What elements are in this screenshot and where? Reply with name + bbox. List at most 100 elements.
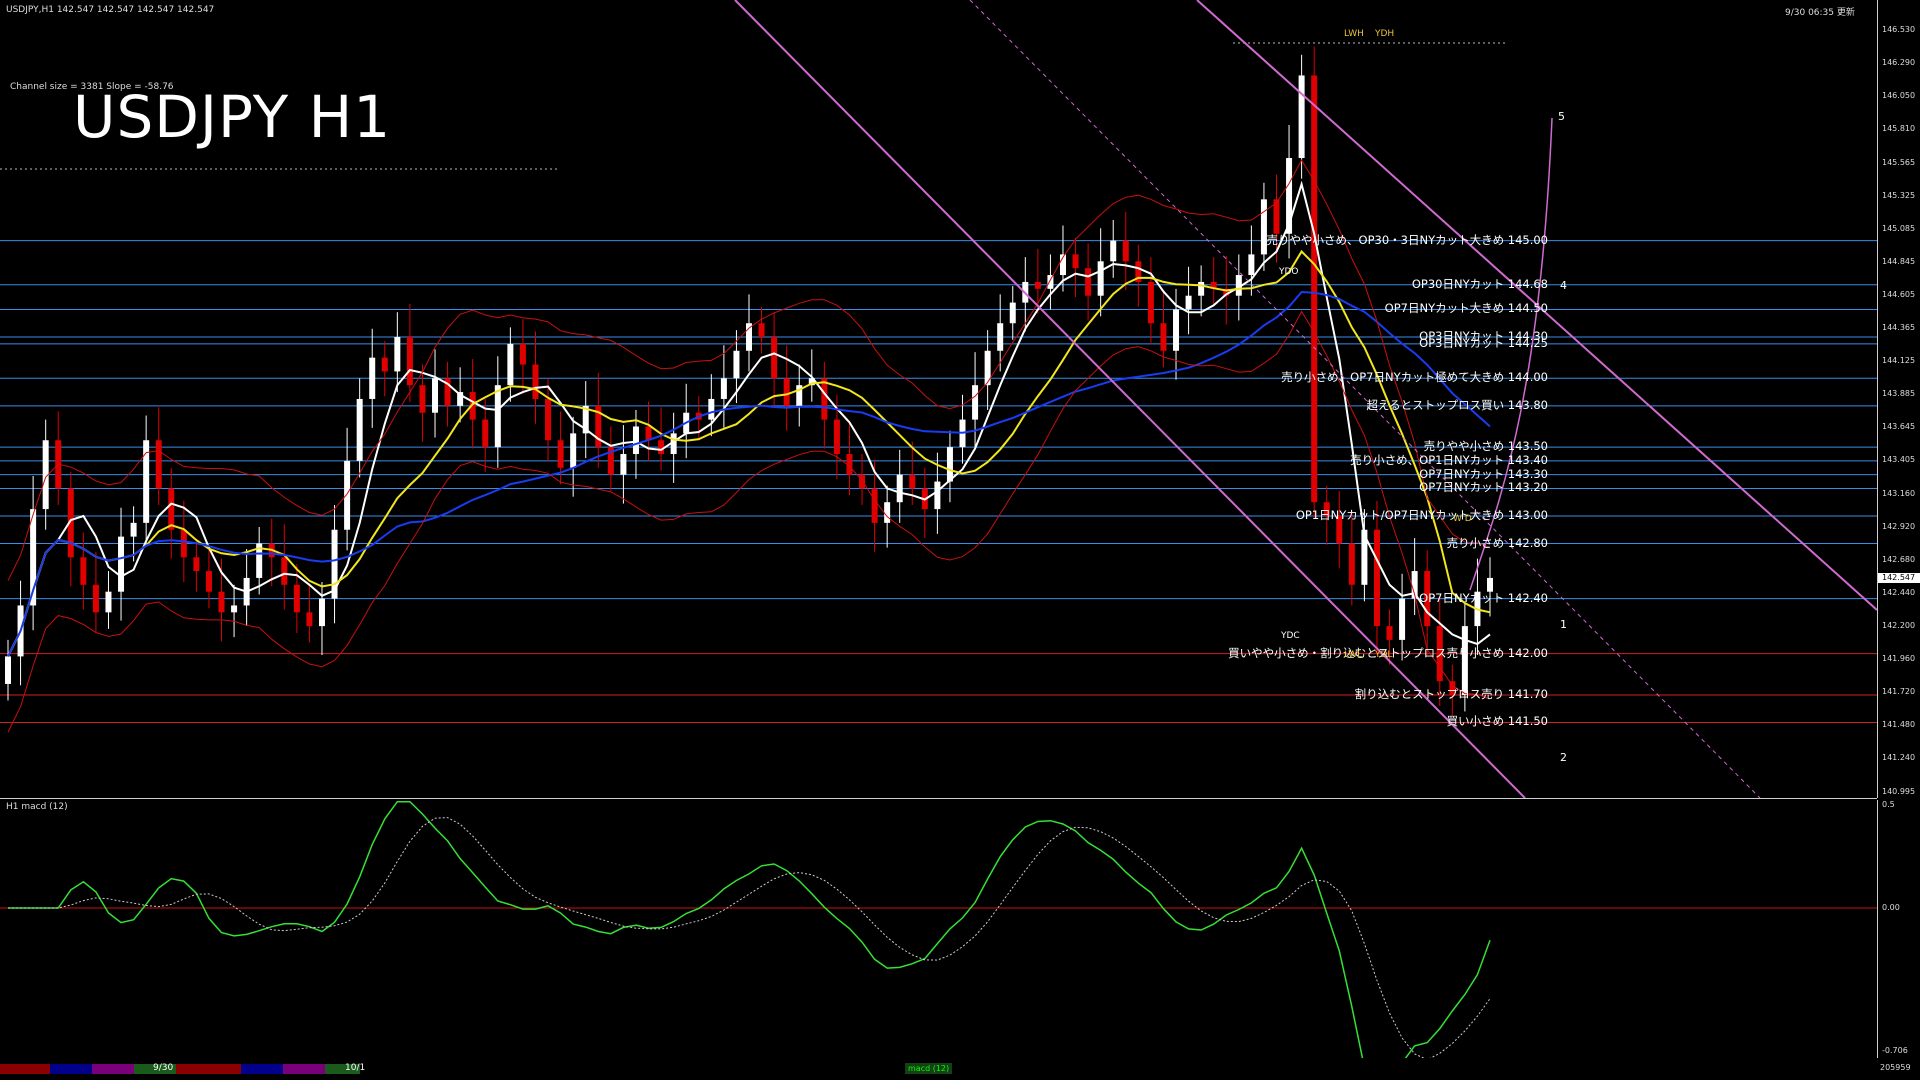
wave-5: 5 — [1558, 110, 1565, 123]
candle-body — [118, 536, 125, 592]
candle-body — [1110, 240, 1117, 262]
price-tick: 141.480 — [1882, 720, 1916, 730]
candle-body — [218, 591, 225, 613]
candle-body — [92, 584, 99, 613]
level-label: 買い小さめ 141.50 — [1446, 714, 1548, 729]
session-segment — [241, 1064, 283, 1074]
price-tick: 142.680 — [1882, 555, 1916, 565]
indicator-tab[interactable]: macd (12) — [905, 1063, 953, 1074]
candle-body — [658, 440, 665, 455]
candle-body — [432, 378, 439, 413]
price-tick: 145.325 — [1882, 190, 1916, 200]
candle-body — [884, 502, 891, 523]
candle-body — [620, 454, 627, 475]
level-label: 売りやや小さめ 143.50 — [1423, 439, 1548, 454]
candle-body — [1009, 302, 1016, 324]
price-axis[interactable]: 146.530 146.290 146.050 145.810 145.565 145.3… — [1877, 0, 1920, 798]
price-tick: 144.365 — [1882, 323, 1916, 333]
candle-body — [293, 584, 300, 613]
price-tick: 146.050 — [1882, 91, 1916, 101]
candle-body — [1185, 295, 1192, 310]
macd-tick-top: 0.5 — [1882, 800, 1895, 809]
candle-body — [155, 440, 162, 489]
price-tick: 144.125 — [1882, 356, 1916, 366]
wave-2: 2 — [1560, 751, 1567, 764]
macd-tick-bottom: -0.706 — [1882, 1046, 1908, 1055]
candle-body — [1085, 268, 1092, 296]
candle-body — [519, 343, 526, 365]
candle-body — [406, 337, 413, 386]
candle-body — [507, 343, 514, 386]
candle-body — [494, 385, 501, 448]
price-tick: 144.605 — [1882, 290, 1916, 299]
candle-body — [1373, 529, 1380, 627]
candle-body — [871, 488, 878, 523]
ydc-label: YDC — [1281, 631, 1300, 641]
level-label: 売り小さめ、OP7日NYカット極めて大きめ 144.00 — [1281, 370, 1548, 385]
lwl-label: LWL — [1344, 650, 1363, 660]
price-tick: 146.290 — [1882, 58, 1916, 68]
candle-body — [733, 350, 740, 379]
candle-body — [570, 433, 577, 468]
wd-label: W D — [1453, 514, 1472, 524]
candle-body — [645, 426, 652, 441]
wave-4: 4 — [1560, 279, 1567, 292]
price-tick: 145.810 — [1882, 124, 1916, 134]
last-price-marker: 142.547 — [1878, 573, 1920, 584]
candle-body — [833, 419, 840, 455]
price-tick: 141.960 — [1882, 654, 1916, 664]
price-tick: 142.920 — [1882, 521, 1916, 531]
candle-body — [130, 522, 137, 537]
candle-body — [180, 529, 187, 558]
price-tick: 141.240 — [1882, 753, 1916, 763]
price-tick: 144.845 — [1882, 256, 1916, 266]
date-label-2: 10/1 — [345, 1063, 366, 1073]
price-tick: 142.200 — [1882, 621, 1916, 631]
session-segment — [176, 1064, 241, 1074]
candle-body — [381, 357, 388, 372]
macd-axis[interactable]: 0.5 0.00 -0.706 — [1877, 800, 1920, 1058]
candle-body — [1461, 626, 1468, 695]
candle-body — [984, 350, 991, 386]
candle-body — [1311, 75, 1318, 503]
session-segment — [0, 1064, 50, 1074]
candle-body — [1348, 543, 1355, 585]
candle-body — [997, 323, 1004, 351]
candle-body — [482, 419, 489, 448]
candle-body — [783, 378, 790, 406]
chart-title: USDJPY H1 — [73, 83, 392, 151]
date-label-1: 9/30 — [153, 1063, 174, 1073]
candle-body — [708, 398, 715, 420]
price-tick: 140.995 — [1882, 787, 1916, 796]
level-label: OP7日NYカット大きめ 144.50 — [1384, 301, 1548, 316]
candle-body — [859, 474, 866, 489]
macd-pane[interactable]: H1 macd (12) — [0, 800, 1877, 1059]
session-segment — [283, 1064, 325, 1074]
price-tick: 143.885 — [1882, 389, 1916, 399]
candle-body — [1298, 75, 1305, 159]
candle-body — [1147, 281, 1154, 324]
sma-short-line — [7, 180, 1491, 657]
candle-body — [1097, 261, 1104, 296]
candle-body — [771, 337, 778, 379]
price-tick: 143.160 — [1882, 488, 1916, 498]
candle-body — [344, 460, 351, 530]
candle-body — [369, 357, 376, 399]
candle-body — [1034, 281, 1041, 289]
candle-body — [193, 557, 200, 572]
level-label: 割り込むとストップロス売り 141.70 — [1354, 686, 1548, 701]
candle-body — [545, 398, 552, 441]
level-label: OP1日NYカット/OP7日NYカット大きめ 143.00 — [1295, 507, 1548, 522]
candle-body — [758, 323, 765, 338]
ydh-label: YDH — [1375, 29, 1395, 39]
macd-chart[interactable] — [0, 800, 1877, 1058]
price-chart-pane[interactable]: USDJPY,H1 142.547 142.547 142.547 142.54… — [0, 0, 1877, 799]
candle-body — [1487, 577, 1493, 592]
candle-body — [231, 605, 238, 613]
price-tick: 146.530 — [1882, 25, 1916, 34]
time-scale-bar[interactable]: 9/30 10/1 macd (12) 205959 — [0, 1058, 1920, 1080]
price-tick: 143.405 — [1882, 455, 1916, 465]
candle-body — [1173, 309, 1180, 351]
candle-body — [205, 571, 212, 592]
candle-body — [532, 364, 539, 399]
